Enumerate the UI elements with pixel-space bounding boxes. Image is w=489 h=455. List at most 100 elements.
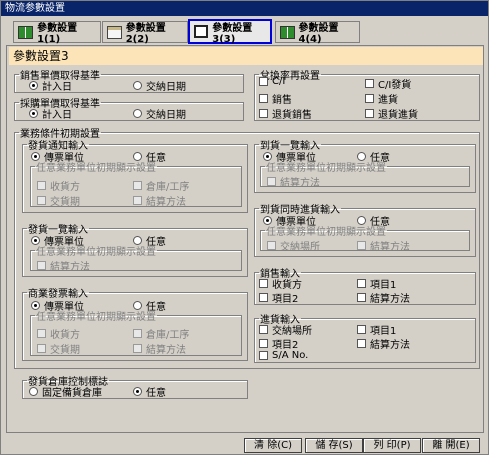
checkbox-label: 項目2: [272, 294, 299, 305]
group-legend: 任意業務單位初期顯示設置: [36, 312, 156, 323]
checkbox-box: [357, 325, 366, 334]
tab-label: 參數設置1(1): [37, 23, 78, 45]
exchange-purchase-checkbox[interactable]: 進貨: [365, 91, 398, 106]
checkbox-box: [357, 241, 366, 250]
arrival-purchase-settlement-checkbox[interactable]: 結算方法: [357, 238, 410, 253]
sales-basis-entry-date-radio[interactable]: 計入日: [29, 78, 72, 93]
clear-button[interactable]: 清 除(C): [244, 438, 302, 453]
checkbox-label: S/A No.: [272, 350, 309, 361]
tab-settings-2[interactable]: 參數設置2(2): [102, 21, 188, 45]
exchange-return-sales-checkbox[interactable]: 退貨銷售: [259, 106, 312, 121]
ship-notice-consignee-checkbox[interactable]: 收貨方: [37, 178, 80, 193]
checkbox-box: [37, 181, 46, 190]
purchase-input-sa-no-checkbox[interactable]: S/A No.: [259, 350, 308, 361]
sales-input-consignee-checkbox[interactable]: 收貨方: [259, 276, 302, 291]
sales-input-settlement-checkbox[interactable]: 結算方法: [357, 290, 410, 305]
print-button[interactable]: 列 印(P): [363, 438, 421, 453]
radio-label: 固定備貨倉庫: [42, 388, 102, 399]
book-icon: [18, 25, 34, 39]
sales-input-item1-checkbox[interactable]: 項目1: [357, 276, 396, 291]
exchange-ci-ship-checkbox[interactable]: C/I發貨: [365, 76, 411, 91]
checkbox-label: 交貨期: [50, 345, 80, 356]
invoice-consignee-checkbox[interactable]: 收貨方: [37, 326, 80, 341]
checkbox-label: 銷售: [272, 95, 292, 106]
checkbox-label: 退貨銷售: [272, 110, 312, 121]
checkbox-box: [37, 344, 46, 353]
purchase-input-delivery-place-checkbox[interactable]: 交納場所: [259, 322, 312, 337]
checkbox-box: [259, 94, 268, 103]
checkbox-box: [357, 293, 366, 302]
arrival-purchase-delivery-place-checkbox[interactable]: 交納場所: [267, 238, 320, 253]
checkbox-label: 收貨方: [50, 182, 80, 193]
checkbox-label: 進貨: [378, 95, 398, 106]
checkbox-box: [133, 196, 142, 205]
purchase-basis-entry-date-radio[interactable]: 計入日: [29, 106, 72, 121]
invoice-settlement-checkbox[interactable]: 結算方法: [133, 341, 186, 356]
tab-label: 參數設置4(4): [298, 23, 339, 45]
invoice-warehouse-checkbox[interactable]: 倉庫/工序: [133, 326, 189, 341]
invoice-delivery-date-checkbox[interactable]: 交貨期: [37, 341, 80, 356]
checkbox-box: [259, 77, 268, 86]
checkbox-label: 退貨進貨: [378, 110, 418, 121]
warehouse-arbitrary-radio[interactable]: 任意: [133, 384, 166, 399]
checkbox-label: 交納場所: [272, 326, 312, 337]
checkbox-label: 結算方法: [146, 197, 186, 208]
purchase-input-item2-checkbox[interactable]: 項目2: [259, 336, 298, 351]
purchase-input-settlement-checkbox[interactable]: 結算方法: [357, 336, 410, 351]
radio-dot: [133, 387, 142, 396]
save-button[interactable]: 儲 存(S): [305, 438, 363, 453]
ship-notice-warehouse-checkbox[interactable]: 倉庫/工序: [133, 178, 189, 193]
tab-settings-1[interactable]: 參數設置1(1): [13, 21, 101, 45]
radio-dot: [29, 109, 38, 118]
tab-label: 參數設置3(3): [212, 22, 253, 45]
checkbox-label: 結算方法: [280, 178, 320, 189]
tab-settings-3[interactable]: 參數設置3(3): [188, 19, 272, 45]
radio-label: 交納日期: [146, 110, 186, 121]
ship-notice-settlement-checkbox[interactable]: 結算方法: [133, 193, 186, 208]
tab-settings-4[interactable]: 參數設置4(4): [275, 21, 360, 45]
checkbox-box: [133, 329, 142, 338]
book-icon: [280, 25, 295, 39]
sales-basis-delivery-date-radio[interactable]: 交納日期: [133, 78, 186, 93]
checkbox-label: 項目1: [370, 326, 397, 337]
checkbox-label: 結算方法: [370, 294, 410, 305]
ship-list-settlement-checkbox[interactable]: 結算方法: [37, 258, 90, 273]
document-icon: [107, 25, 122, 39]
checkbox-box: [37, 261, 46, 270]
checkbox-box: [259, 293, 268, 302]
sales-input-item2-checkbox[interactable]: 項目2: [259, 290, 298, 305]
warehouse-fixed-radio[interactable]: 固定備貨倉庫: [29, 384, 102, 399]
checkbox-box: [357, 339, 366, 348]
close-button[interactable]: 離 開(E): [422, 438, 480, 453]
checkbox-label: C/I發貨: [378, 80, 412, 91]
arrival-list-settlement-checkbox[interactable]: 結算方法: [267, 174, 320, 189]
radio-dot: [29, 81, 38, 90]
checkbox-box: [267, 241, 276, 250]
tab-label: 參數設置2(2): [125, 23, 166, 45]
exchange-ci-checkbox[interactable]: C/I: [259, 76, 285, 87]
radio-label: 計入日: [42, 82, 72, 93]
radio-dot: [133, 81, 142, 90]
radio-label: 計入日: [42, 110, 72, 121]
checkbox-box: [259, 351, 268, 360]
ship-notice-delivery-date-checkbox[interactable]: 交貨期: [37, 193, 80, 208]
checkbox-label: 結算方法: [50, 262, 90, 273]
checkbox-label: 結算方法: [370, 340, 410, 351]
purchase-basis-delivery-date-radio[interactable]: 交納日期: [133, 106, 186, 121]
checkbox-box: [133, 181, 142, 190]
checkbox-label: 結算方法: [370, 242, 410, 253]
checkbox-box: [365, 94, 374, 103]
exchange-sales-checkbox[interactable]: 銷售: [259, 91, 292, 106]
checkbox-label: 交貨期: [50, 197, 80, 208]
exchange-return-purchase-checkbox[interactable]: 退貨進貨: [365, 106, 418, 121]
checkbox-label: 項目1: [370, 280, 397, 291]
purchase-input-item1-checkbox[interactable]: 項目1: [357, 322, 396, 337]
main-window: 物流参數設置 參數設置1(1) 參數設置2(2) 參數設置3(3) 參數設置4(…: [0, 0, 489, 455]
checkbox-label: 結算方法: [146, 345, 186, 356]
group-legend: 任意業務單位初期顯示設置: [266, 163, 386, 174]
checkbox-label: 交納場所: [280, 242, 320, 253]
checkbox-box: [259, 279, 268, 288]
screen-icon: [194, 25, 209, 38]
checkbox-box: [37, 196, 46, 205]
checkbox-box: [365, 109, 374, 118]
